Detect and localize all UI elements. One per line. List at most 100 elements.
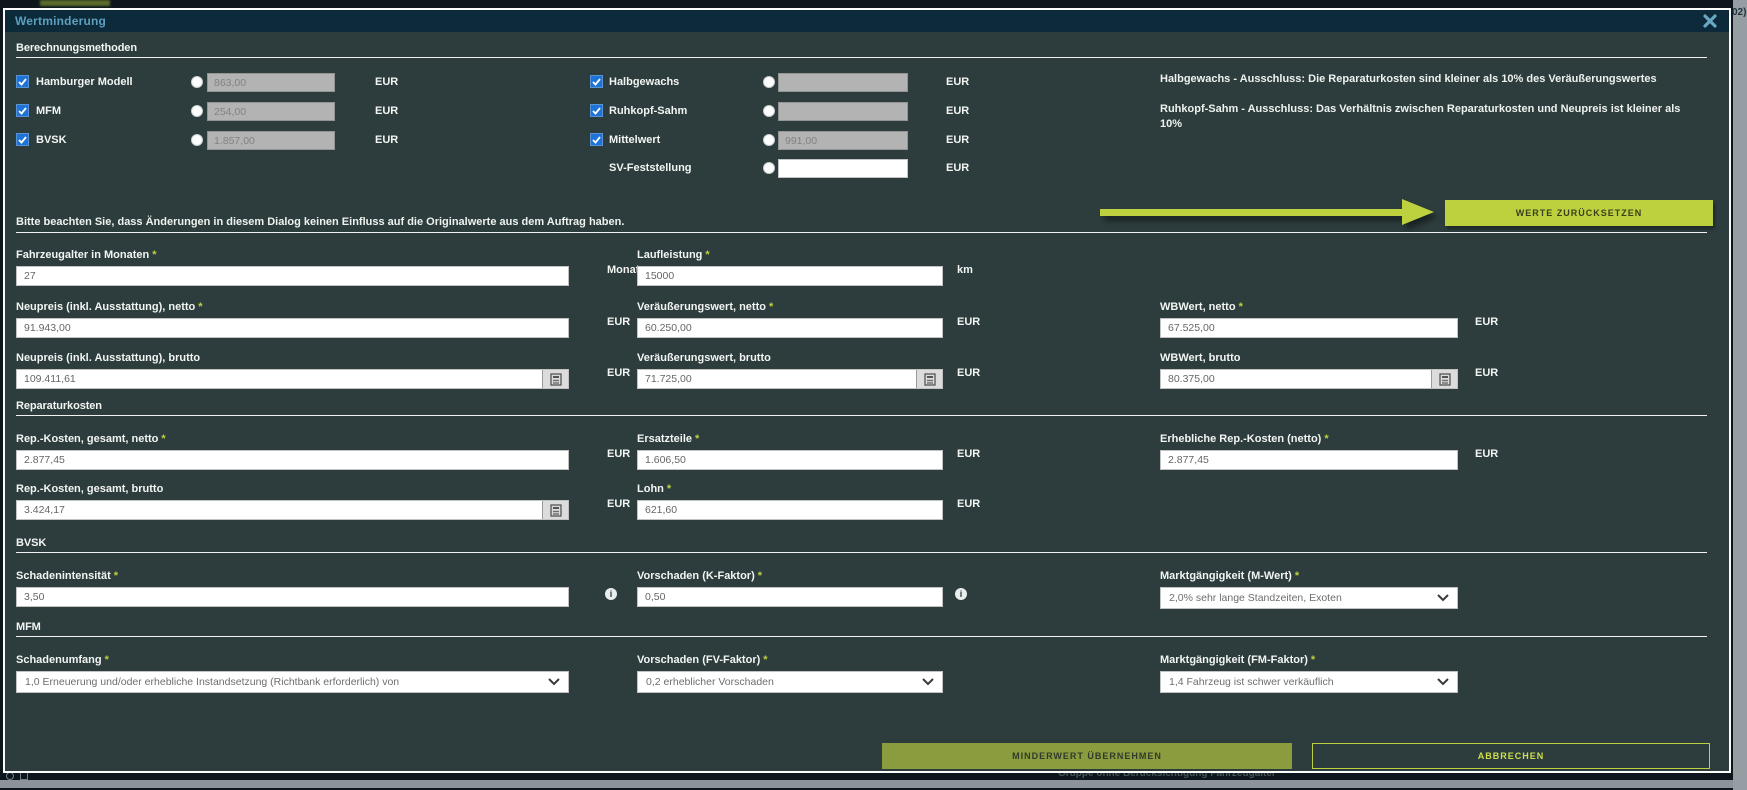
unit-label: EUR (375, 105, 398, 117)
bvsk-radio[interactable] (191, 134, 203, 146)
chevron-down-icon (1437, 594, 1449, 602)
marktgaengigkeit-fm-faktor-select[interactable]: 1,4 Fahrzeug ist schwer verkäuflich (1160, 671, 1458, 693)
divider (16, 57, 1707, 58)
info-icon[interactable]: i (605, 588, 617, 600)
hamburger-modell-checkbox[interactable] (16, 75, 29, 88)
field-label: Fahrzeugalter in Monaten* (16, 249, 157, 261)
status-circle-icon (6, 772, 14, 780)
unit-label: EUR (946, 162, 969, 174)
field-label: Laufleistung* (637, 249, 710, 261)
method-label: Mittelwert (609, 134, 660, 146)
chevron-down-icon (922, 678, 934, 686)
method-label: Halbgewachs (609, 76, 679, 88)
select-value: 1,4 Fahrzeug ist schwer verkäuflich (1169, 676, 1334, 688)
mittelwert-checkbox[interactable] (590, 133, 603, 146)
field-label: Ersatzteile* (637, 433, 699, 445)
chevron-down-icon (548, 678, 560, 686)
divider (16, 552, 1707, 553)
halbgewachs-value-input[interactable] (778, 73, 908, 92)
field-label: Marktgängigkeit (M-Wert)* (1160, 570, 1299, 582)
veraeusserungswert-brutto-input[interactable] (637, 369, 943, 389)
background-partial-text: 02) (1732, 7, 1746, 18)
method-label: MFM (36, 105, 61, 117)
select-value: 2,0% sehr lange Standzeiten, Exoten (1169, 592, 1342, 604)
calculator-icon[interactable] (542, 370, 568, 388)
vorschaden-fv-faktor-select[interactable]: 0,2 erheblicher Vorschaden (637, 671, 943, 693)
bvsk-value-input[interactable] (207, 131, 335, 150)
mittelwert-radio[interactable] (763, 134, 775, 146)
werte-zuruecksetzen-button[interactable]: WERTE ZURÜCKSETZEN (1445, 200, 1713, 226)
unit-label: EUR (607, 316, 630, 328)
sv-feststellung-radio[interactable] (763, 162, 775, 174)
erhebliche-rep-kosten-input[interactable] (1160, 450, 1458, 470)
ersatzteile-input[interactable] (637, 450, 943, 470)
unit-label: EUR (1475, 367, 1498, 379)
field-label: Vorschaden (FV-Faktor)* (637, 654, 768, 666)
sv-feststellung-value-input[interactable] (778, 159, 908, 178)
mfm-value-input[interactable] (207, 102, 335, 121)
unit-label: EUR (375, 134, 398, 146)
unit-label: EUR (375, 76, 398, 88)
calculator-icon[interactable] (1431, 370, 1457, 388)
halbgewachs-exclusion-note: Halbgewachs - Ausschluss: Die Reparaturk… (1160, 72, 1720, 87)
fahrzeugalter-input[interactable] (16, 266, 569, 286)
horizontal-scrollbar[interactable] (0, 780, 1733, 788)
calculator-icon[interactable] (916, 370, 942, 388)
screen: 02) Gruppe ohne Berücksichtigung Fahrzeu… (0, 0, 1747, 790)
field-label: Veräußerungswert, netto* (637, 301, 773, 313)
mittelwert-value-input[interactable] (778, 131, 908, 150)
halbgewachs-radio[interactable] (763, 76, 775, 88)
field-label: Neupreis (inkl. Ausstattung), netto* (16, 301, 203, 313)
unit-label: EUR (1475, 316, 1498, 328)
section-mfm: MFM (16, 621, 41, 633)
dialog-titlebar (5, 10, 1729, 32)
veraeusserungswert-netto-input[interactable] (637, 318, 943, 338)
info-icon[interactable]: i (955, 588, 967, 600)
method-label: Hamburger Modell (36, 76, 133, 88)
mfm-radio[interactable] (191, 105, 203, 117)
lohn-input[interactable] (637, 500, 943, 520)
bvsk-checkbox[interactable] (16, 133, 29, 146)
wbwert-netto-input[interactable] (1160, 318, 1458, 338)
ruhkopf-sahm-value-input[interactable] (778, 102, 908, 121)
status-square-icon (20, 772, 28, 780)
unit-label: EUR (957, 498, 980, 510)
field-label: WBWert, netto* (1160, 301, 1243, 313)
unit-label: EUR (957, 448, 980, 460)
mfm-checkbox[interactable] (16, 104, 29, 117)
field-label: Erhebliche Rep.-Kosten (netto)* (1160, 433, 1329, 445)
halbgewachs-checkbox[interactable] (590, 75, 603, 88)
section-bvsk: BVSK (16, 537, 46, 549)
wbwert-brutto-input[interactable] (1160, 369, 1458, 389)
unit-label: EUR (946, 76, 969, 88)
ruhkopf-sahm-radio[interactable] (763, 105, 775, 117)
dialog-title: Wertminderung (15, 14, 106, 28)
chevron-down-icon (1437, 678, 1449, 686)
unit-label: EUR (607, 498, 630, 510)
close-icon[interactable] (1703, 14, 1719, 30)
unit-label: EUR (607, 367, 630, 379)
minderwert-uebernehmen-button[interactable]: MINDERWERT ÜBERNEHMEN (882, 743, 1292, 769)
rep-kosten-netto-input[interactable] (16, 450, 569, 470)
field-label: WBWert, brutto (1160, 352, 1240, 364)
field-label: Veräußerungswert, brutto (637, 352, 771, 364)
laufleistung-input[interactable] (637, 266, 943, 286)
neupreis-netto-input[interactable] (16, 318, 569, 338)
schadenumfang-select[interactable]: 1,0 Erneuerung und/oder erhebliche Insta… (16, 671, 569, 693)
method-label: Ruhkopf-Sahm (609, 105, 687, 117)
ruhkopf-sahm-checkbox[interactable] (590, 104, 603, 117)
vorschaden-k-faktor-input[interactable] (637, 587, 943, 607)
background-page-fragment (40, 0, 110, 6)
calculator-icon[interactable] (542, 501, 568, 519)
field-label: Rep.-Kosten, gesamt, netto* (16, 433, 166, 445)
abbrechen-button[interactable]: ABBRECHEN (1312, 743, 1710, 769)
neupreis-brutto-input[interactable] (16, 369, 569, 389)
rep-kosten-brutto-input[interactable] (16, 500, 569, 520)
ruhkopf-sahm-exclusion-note: Ruhkopf-Sahm - Ausschluss: Das Verhältni… (1160, 102, 1690, 132)
unit-label: EUR (946, 134, 969, 146)
marktgaengigkeit-m-wert-select[interactable]: 2,0% sehr lange Standzeiten, Exoten (1160, 587, 1458, 609)
schadenintensitaet-input[interactable] (16, 587, 569, 607)
hamburger-modell-value-input[interactable] (207, 73, 335, 92)
hamburger-modell-radio[interactable] (191, 76, 203, 88)
select-value: 0,2 erheblicher Vorschaden (646, 676, 774, 688)
